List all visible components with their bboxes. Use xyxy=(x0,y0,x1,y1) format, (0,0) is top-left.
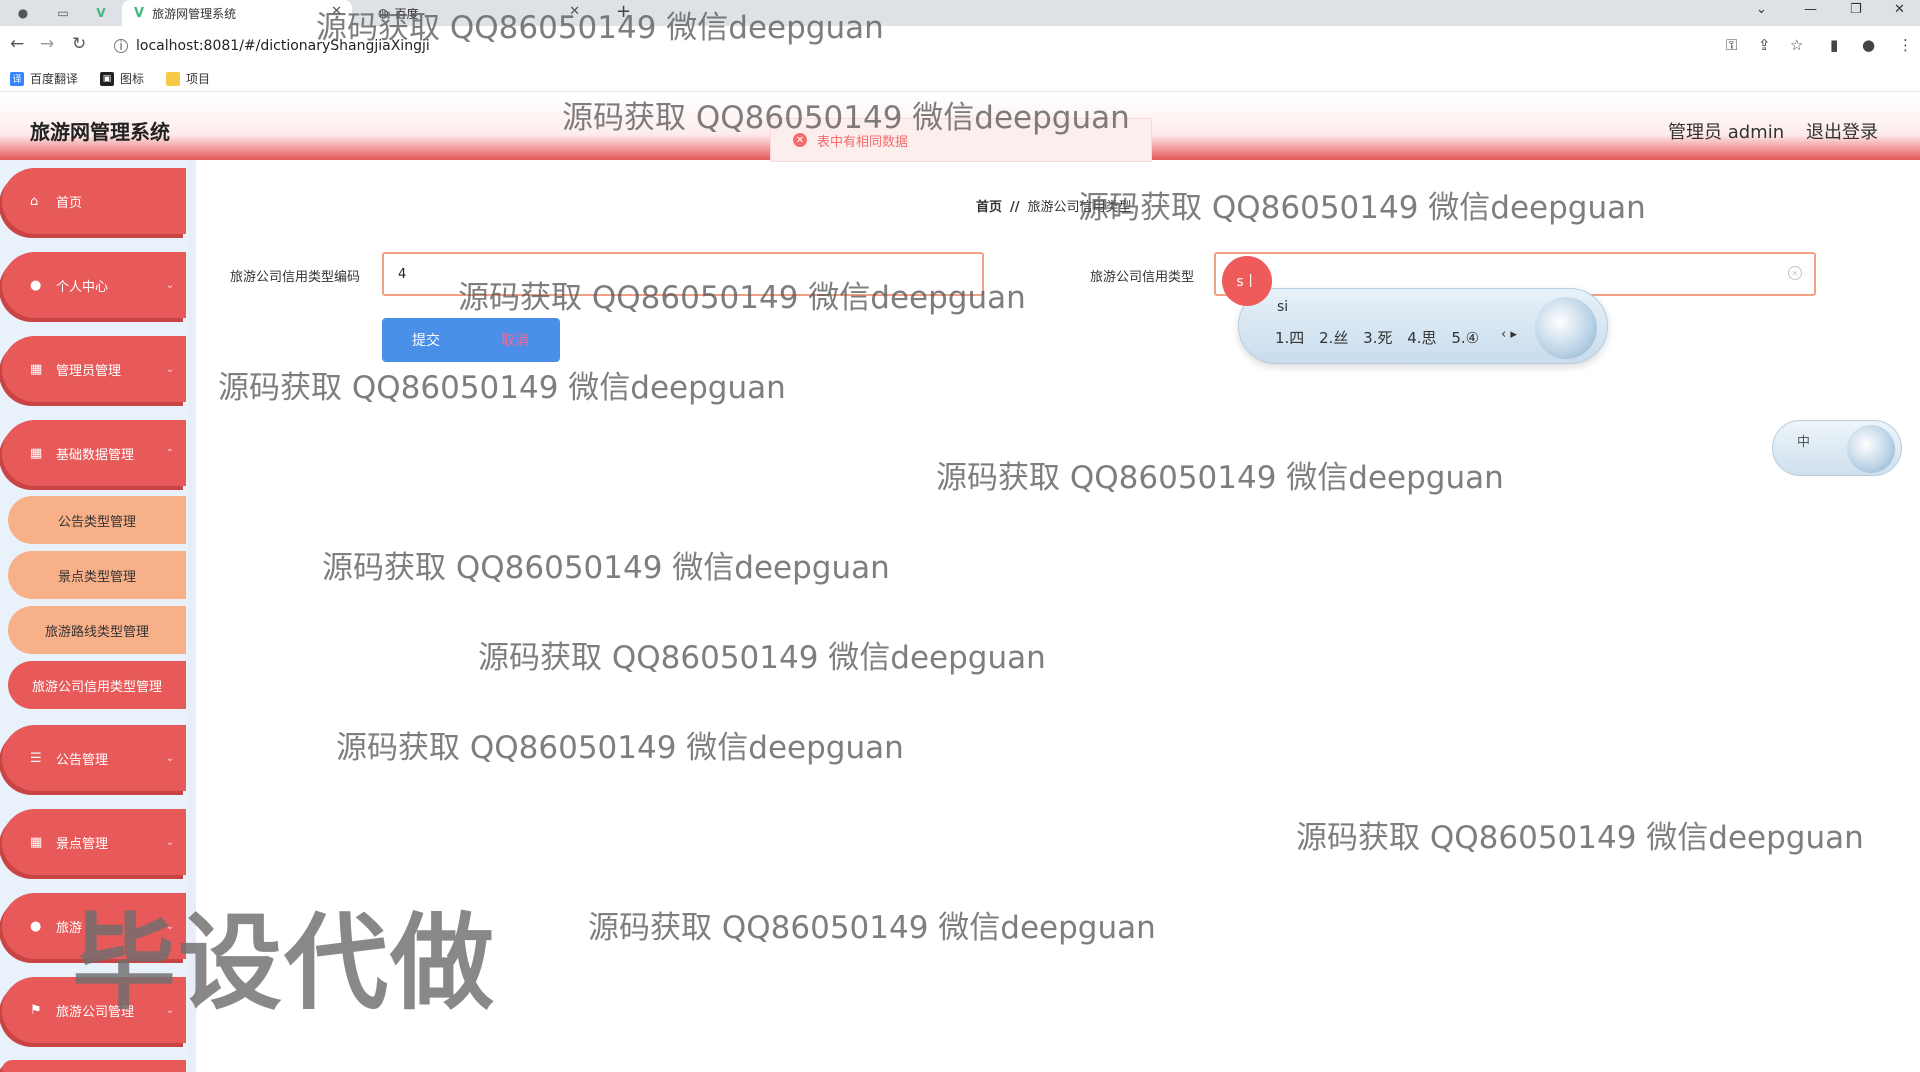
chevron-down-icon: ⌄ xyxy=(165,752,174,764)
watermark-text: 源码获取 QQ86050149 微信deepguan xyxy=(218,370,786,406)
sidebar-item-label: 管理员管理 xyxy=(56,363,122,379)
app-title: 旅游网管理系统 xyxy=(30,120,170,144)
forward-icon[interactable]: → xyxy=(40,34,54,54)
breadcrumb-home[interactable]: 首页 xyxy=(976,200,1002,215)
watermark-text: 源码获取 QQ86050149 微信deepguan xyxy=(1296,820,1864,856)
ime-page-arrows-icon[interactable]: ‹ ▸ xyxy=(1501,327,1517,342)
sidebar-item-label: 个人中心 xyxy=(56,279,109,295)
sidebar-subitem-label: 旅游路线类型管理 xyxy=(44,624,149,640)
logout-link[interactable]: 退出登录 xyxy=(1806,118,1878,144)
share-icon[interactable]: ⇪ xyxy=(1758,36,1771,54)
close-window-icon[interactable]: ✕ xyxy=(1894,2,1905,17)
profile-icon[interactable]: ● xyxy=(1862,36,1875,54)
minimize-icon[interactable]: — xyxy=(1804,2,1817,17)
clear-circle-icon[interactable]: ✕ xyxy=(1788,266,1802,280)
sidebar-subitem-label: 旅游公司信用类型管理 xyxy=(31,679,162,695)
bookmark-label: 图标 xyxy=(120,72,145,86)
cancel-button[interactable]: 取消 xyxy=(470,318,560,362)
breadcrumb-separator: // xyxy=(1010,200,1020,215)
current-user: 管理员 admin xyxy=(1668,122,1785,143)
sidebar-subitem-route-types[interactable]: 旅游路线类型管理 xyxy=(8,606,186,654)
watermark-text: 源码获取 QQ86050149 微信deepguan xyxy=(316,10,884,46)
site-info-icon[interactable]: i xyxy=(114,39,128,53)
folder-icon xyxy=(166,71,181,86)
grid-icon: ▦ xyxy=(30,834,43,850)
chevron-up-icon: ⌃ xyxy=(165,447,174,459)
sidebar-item-label: 景点管理 xyxy=(56,836,109,852)
sidebar-subitem-scenic-types[interactable]: 景点类型管理 xyxy=(8,551,186,599)
ime-skin-moon-icon xyxy=(1535,297,1597,359)
vue-favicon-icon: V xyxy=(134,5,145,21)
pinned-tab-icon[interactable]: ▭ xyxy=(52,3,74,23)
ime-status-bar[interactable]: 中 xyxy=(1772,420,1902,476)
restore-icon[interactable]: ❐ xyxy=(1850,2,1862,17)
flag-icon: ⚑ xyxy=(30,1002,42,1018)
sidebar-item-partial[interactable] xyxy=(2,1060,186,1072)
watermark-text: 源码获取 QQ86050149 微信deepguan xyxy=(336,730,904,766)
bookmark-item[interactable]: 译 百度翻译 xyxy=(10,70,78,87)
bookmark-label: 百度翻译 xyxy=(30,72,79,86)
chevron-down-icon: ⌄ xyxy=(165,836,174,848)
sidebar-item-profile[interactable]: ● 个人中心 ⌄ xyxy=(2,252,186,318)
sidebar-item-label: 公告管理 xyxy=(56,752,109,768)
ime-composition: si xyxy=(1277,299,1289,315)
sidebar-item-admins[interactable]: ▦ 管理员管理 ⌄ xyxy=(2,336,186,402)
watermark-text: 源码获取 QQ86050149 微信deepguan xyxy=(562,100,1130,136)
sidebar-subitem-label: 景点类型管理 xyxy=(57,569,136,585)
sidebar-subitem-company-credit-types[interactable]: 旅游公司信用类型管理 xyxy=(8,661,186,709)
watermark-text: 源码获取 QQ86050149 微信deepguan xyxy=(322,550,890,586)
image-icon: ▣ xyxy=(100,71,115,86)
user-icon: ● xyxy=(30,277,42,293)
back-icon[interactable]: ← xyxy=(10,34,24,54)
sidebar-subitem-notice-types[interactable]: 公告类型管理 xyxy=(8,496,186,544)
tab-list-chevron-icon[interactable]: ⌄ xyxy=(1756,2,1767,17)
chevron-down-icon: ⌄ xyxy=(165,279,174,291)
watermark-text: 源码获取 QQ86050149 微信deepguan xyxy=(588,910,1156,946)
ime-candidate-popup[interactable]: si 1.四 2.丝 3.死 4.思 5.④ ‹ ▸ xyxy=(1238,288,1608,364)
type-label: 旅游公司信用类型 xyxy=(1090,270,1195,285)
watermark-text: 源码获取 QQ86050149 微信deepguan xyxy=(1078,190,1646,226)
list-icon: ☰ xyxy=(30,750,42,766)
vue-tab-icon[interactable]: V xyxy=(90,3,112,23)
watermark-text: 源码获取 QQ86050149 微信deepguan xyxy=(478,640,1046,676)
user-icon: ● xyxy=(30,918,42,934)
bookmark-item[interactable]: 项目 xyxy=(166,70,210,87)
bookmark-star-icon[interactable]: ☆ xyxy=(1790,36,1803,54)
bookmark-item[interactable]: ▣ 图标 xyxy=(100,70,144,87)
ime-status-moon-icon xyxy=(1847,425,1895,473)
sidebar-item-home[interactable]: ⌂ 首页 xyxy=(2,168,186,234)
bookmark-label: 项目 xyxy=(186,72,211,86)
watermark-big-text: 毕设代做 xyxy=(72,902,497,1024)
browser-tabstrip: ● ▭ V V 旅游网管理系统 ✕ ◍ 百度 ✕ + ⌄ — ❐ ✕ xyxy=(0,0,1920,26)
home-icon: ⌂ xyxy=(30,193,39,209)
sidebar-item-scenic[interactable]: ▦ 景点管理 ⌄ xyxy=(2,809,186,875)
ime-input-badge: s丨 xyxy=(1222,256,1272,306)
ime-status-text: 中 xyxy=(1797,435,1811,450)
github-icon[interactable]: ● xyxy=(12,3,34,23)
sidebar-item-notices[interactable]: ☰ 公告管理 ⌄ xyxy=(2,725,186,791)
grid-icon: ▦ xyxy=(30,361,43,377)
grid-icon: ▦ xyxy=(30,445,43,461)
watermark-text: 源码获取 QQ86050149 微信deepguan xyxy=(936,460,1504,496)
translate-icon: 译 xyxy=(10,71,24,86)
sidebar-item-basic-data[interactable]: ▦ 基础数据管理 ⌃ xyxy=(2,420,186,486)
menu-kebab-icon[interactable]: ⋮ xyxy=(1898,36,1913,54)
tab-title: 旅游网管理系统 xyxy=(152,6,237,21)
sidebar-item-label: 首页 xyxy=(56,195,83,211)
bookmarks-bar: 译 百度翻译 ▣ 图标 项目 xyxy=(0,66,1920,92)
code-input-value: 4 xyxy=(398,266,407,282)
key-icon[interactable]: ⚿ xyxy=(1726,36,1737,54)
watermark-text: 源码获取 QQ86050149 微信deepguan xyxy=(458,280,1026,316)
code-label: 旅游公司信用类型编码 xyxy=(230,270,361,285)
address-bar: ← → ↻ i localhost:8081/#/dictionaryShang… xyxy=(0,26,1920,66)
sidebar-item-label: 基础数据管理 xyxy=(56,447,135,463)
side-panel-icon[interactable]: ▮ xyxy=(1830,36,1838,54)
ime-candidates[interactable]: 1.四 2.丝 3.死 4.思 5.④ xyxy=(1275,327,1479,348)
chevron-down-icon: ⌄ xyxy=(165,363,174,375)
sidebar-subitem-label: 公告类型管理 xyxy=(57,514,136,530)
reload-icon[interactable]: ↻ xyxy=(72,34,86,54)
submit-button[interactable]: 提交 xyxy=(382,318,470,362)
